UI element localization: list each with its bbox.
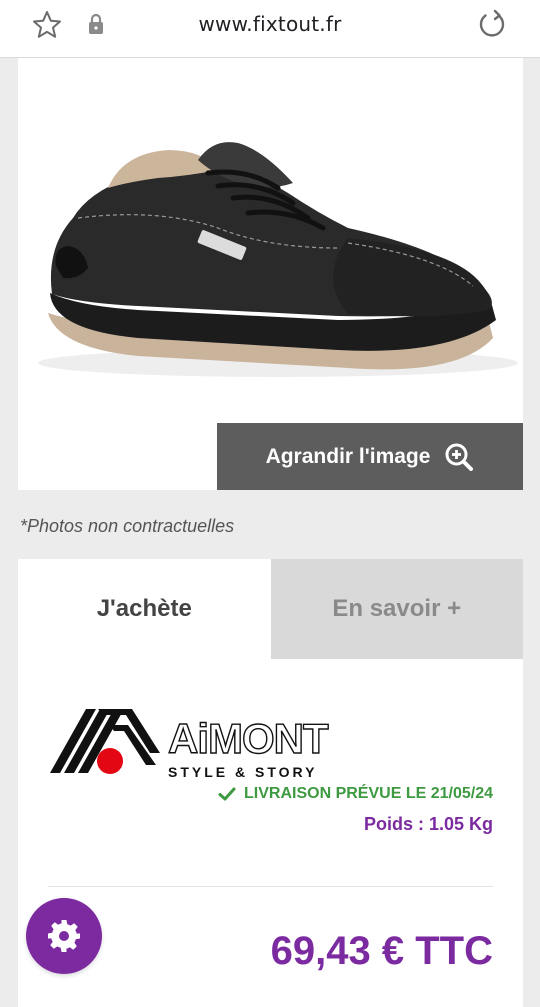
brand-tagline: STYLE & STORY [168, 764, 317, 780]
product-image-card: Agrandir l'image [18, 58, 523, 490]
brand-name: AiMONT [168, 715, 329, 762]
settings-button[interactable] [26, 898, 102, 974]
reload-icon[interactable] [476, 8, 508, 40]
url-text[interactable]: www.fixtout.fr [0, 12, 540, 36]
brand-logo: AiMONT STYLE & STORY [50, 709, 331, 780]
gear-icon [48, 920, 80, 952]
browser-url-bar: www.fixtout.fr [0, 0, 540, 58]
zoom-button-label: Agrandir l'image [265, 444, 431, 468]
delivery-date: LIVRAISON PRÉVUE LE 21/05/24 [244, 785, 493, 802]
product-image[interactable] [18, 98, 523, 398]
zoom-image-button[interactable]: Agrandir l'image [217, 423, 523, 490]
photo-disclaimer: *Photos non contractuelles [20, 516, 235, 536]
delivery-info: LIVRAISON PRÉVUE LE 21/05/24 [218, 785, 493, 803]
tab-learn-more[interactable]: En savoir + [270, 559, 523, 659]
product-weight: Poids : 1.05 Kg [363, 814, 493, 834]
zoom-in-icon [445, 443, 474, 471]
brand-logo-mark [50, 709, 160, 774]
product-price: 69,43 € TTC [270, 929, 493, 973]
product-tabs: J'achète En savoir + [18, 559, 523, 659]
tab-buy[interactable]: J'achète [18, 559, 271, 659]
divider [48, 886, 493, 887]
check-icon [218, 787, 236, 801]
